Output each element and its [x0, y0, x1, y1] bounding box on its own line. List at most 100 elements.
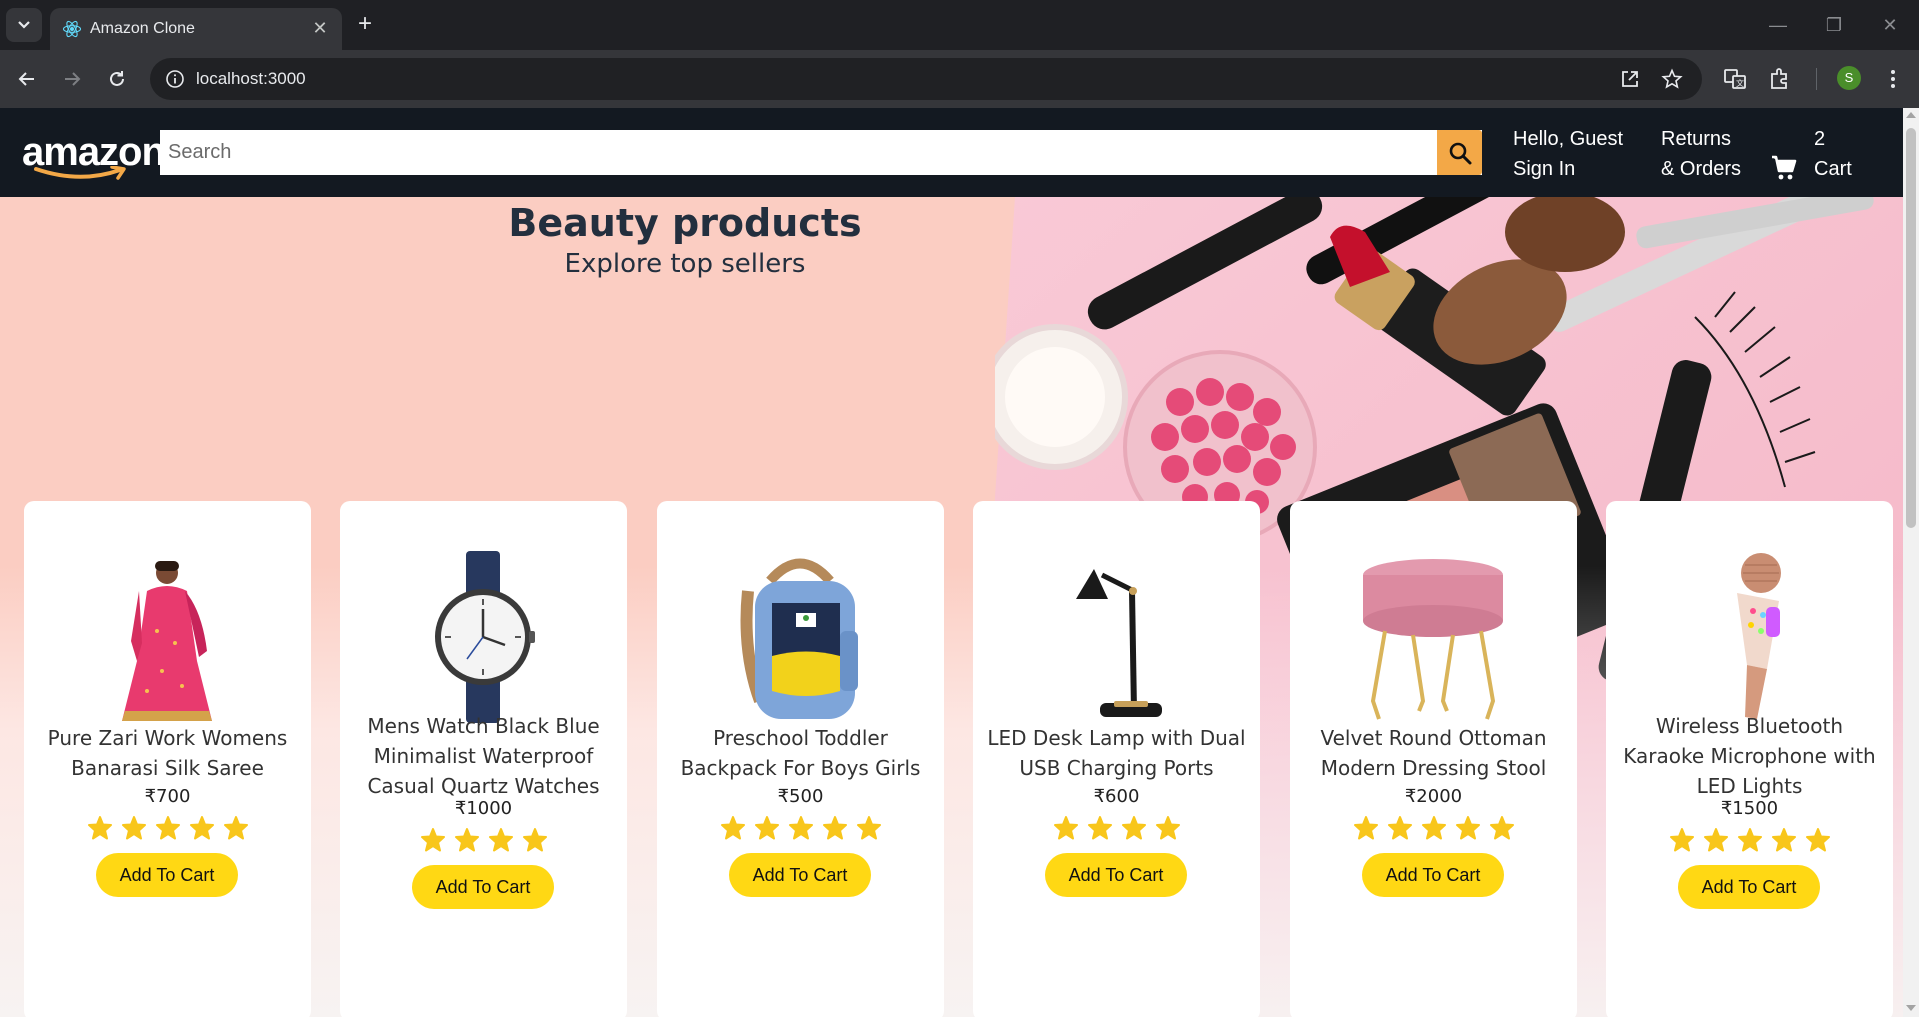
account-signin[interactable]: Hello, Guest Sign In — [1513, 124, 1623, 184]
browser-toolbar: localhost:3000 文 S — [0, 50, 1919, 108]
address-bar[interactable]: localhost:3000 — [150, 58, 1702, 100]
product-title[interactable]: Pure Zari Work Womens Banarasi Silk Sare… — [34, 723, 301, 783]
star-icon — [1087, 816, 1112, 840]
star-icon — [1703, 828, 1728, 852]
star-icon — [1455, 816, 1480, 840]
rating-stars — [1606, 827, 1893, 855]
watch-image — [435, 551, 535, 723]
star-icon — [189, 816, 214, 840]
profile-avatar[interactable]: S — [1837, 66, 1861, 90]
search-icon — [1449, 142, 1471, 164]
star-icon — [1121, 816, 1146, 840]
product-price: ₹1000 — [454, 798, 513, 819]
product-card: Preschool Toddler Backpack For Boys Girl… — [657, 501, 944, 1017]
cart-count: 2 — [1814, 128, 1826, 150]
product-price: ₹700 — [144, 786, 191, 807]
product-card: Mens Watch Black Blue Minimalist Waterpr… — [340, 501, 627, 1017]
smile-arrow-icon — [34, 166, 126, 180]
star-icon — [1353, 816, 1378, 840]
cart-icon — [1772, 155, 1797, 180]
saree-image — [122, 561, 212, 721]
star-icon — [1737, 828, 1762, 852]
star-icon — [754, 816, 779, 840]
browser-tabstrip: Amazon Clone ✕ + — ❐ ✕ — [0, 0, 1919, 50]
product-title[interactable]: LED Desk Lamp with Dual USB Charging Por… — [983, 723, 1250, 783]
product-card: LED Desk Lamp with Dual USB Charging Por… — [973, 501, 1260, 1017]
scroll-thumb[interactable] — [1906, 128, 1916, 528]
product-price: ₹600 — [1093, 786, 1140, 807]
amazon-header: amazon Hello, Guest Sign In Returns & Or… — [0, 108, 1903, 197]
product-card: Pure Zari Work Womens Banarasi Silk Sare… — [24, 501, 311, 1017]
reload-icon[interactable] — [100, 62, 134, 96]
star-icon — [822, 816, 847, 840]
star-icon — [1771, 828, 1796, 852]
amazon-logo[interactable]: amazon — [22, 130, 166, 180]
translate-icon[interactable]: 文 — [1722, 66, 1748, 92]
star-icon — [1053, 816, 1078, 840]
star-icon — [1489, 816, 1514, 840]
product-title[interactable]: Wireless Bluetooth Karaoke Microphone wi… — [1616, 711, 1883, 801]
page-viewport: amazon Hello, Guest Sign In Returns & Or… — [0, 108, 1919, 1017]
scroll-down-arrow-icon[interactable] — [1906, 1005, 1916, 1011]
star-icon — [1421, 816, 1446, 840]
url-text[interactable]: localhost:3000 — [196, 69, 306, 89]
returns-orders-link[interactable]: Returns & Orders — [1661, 124, 1741, 184]
product-card: Wireless Bluetooth Karaoke Microphone wi… — [1606, 501, 1893, 1017]
star-icon — [1805, 828, 1830, 852]
minimize-icon[interactable]: — — [1758, 10, 1798, 40]
add-to-cart-button[interactable]: Add To Cart — [1362, 853, 1504, 897]
ottoman-stool-image — [1363, 559, 1503, 720]
cart-button[interactable]: 2 Cart — [1770, 124, 1860, 184]
product-title[interactable]: Preschool Toddler Backpack For Boys Girl… — [667, 723, 934, 783]
product-title[interactable]: Velvet Round Ottoman Modern Dressing Sto… — [1300, 723, 1567, 783]
forward-icon[interactable] — [55, 62, 89, 96]
product-title[interactable]: Mens Watch Black Blue Minimalist Waterpr… — [350, 711, 617, 801]
restore-icon[interactable]: ❐ — [1814, 10, 1854, 40]
svg-text:文: 文 — [1736, 78, 1744, 88]
rating-stars — [340, 827, 627, 855]
hero-title: Beauty products — [508, 201, 862, 245]
tab-search-icon[interactable] — [6, 8, 42, 42]
karaoke-microphone-image — [1737, 553, 1781, 719]
star-icon — [223, 816, 248, 840]
add-to-cart-button[interactable]: Add To Cart — [1678, 865, 1820, 909]
page-scrollbar[interactable] — [1903, 108, 1919, 1017]
add-to-cart-button[interactable]: Add To Cart — [412, 865, 554, 909]
menu-kebab-icon[interactable] — [1880, 66, 1906, 92]
add-to-cart-button[interactable]: Add To Cart — [96, 853, 238, 897]
scroll-up-arrow-icon[interactable] — [1906, 112, 1916, 118]
search-button[interactable] — [1437, 130, 1482, 175]
close-icon[interactable]: ✕ — [310, 18, 330, 38]
star-icon — [720, 816, 745, 840]
returns-line2: & Orders — [1661, 158, 1742, 180]
rating-stars — [24, 815, 311, 843]
add-to-cart-button[interactable]: Add To Cart — [729, 853, 871, 897]
star-icon — [454, 828, 479, 852]
star-icon — [522, 828, 547, 852]
star-icon — [1387, 816, 1412, 840]
hero-subtitle: Explore top sellers — [564, 249, 806, 279]
sign-in-link: Sign In — [1513, 158, 1576, 180]
star-icon — [788, 816, 813, 840]
open-in-app-icon[interactable] — [1619, 68, 1641, 90]
star-icon — [1155, 816, 1180, 840]
rating-stars — [1290, 815, 1577, 843]
rating-stars — [657, 815, 944, 843]
add-to-cart-button[interactable]: Add To Cart — [1045, 853, 1187, 897]
info-icon[interactable] — [164, 68, 186, 90]
search-input[interactable] — [160, 130, 1437, 175]
new-tab-icon[interactable]: + — [352, 12, 378, 38]
star-icon — [488, 828, 513, 852]
window-close-icon[interactable]: ✕ — [1870, 10, 1910, 40]
search-bar — [160, 130, 1482, 175]
rating-stars — [973, 815, 1260, 843]
extensions-icon[interactable] — [1767, 66, 1793, 92]
back-icon[interactable] — [10, 62, 44, 96]
cart-label: Cart — [1814, 158, 1852, 180]
bookmark-star-icon[interactable] — [1661, 68, 1683, 90]
star-icon — [856, 816, 881, 840]
product-price: ₹2000 — [1404, 786, 1463, 807]
star-icon — [87, 816, 112, 840]
star-icon — [121, 816, 146, 840]
browser-tab[interactable]: Amazon Clone ✕ — [50, 8, 342, 50]
